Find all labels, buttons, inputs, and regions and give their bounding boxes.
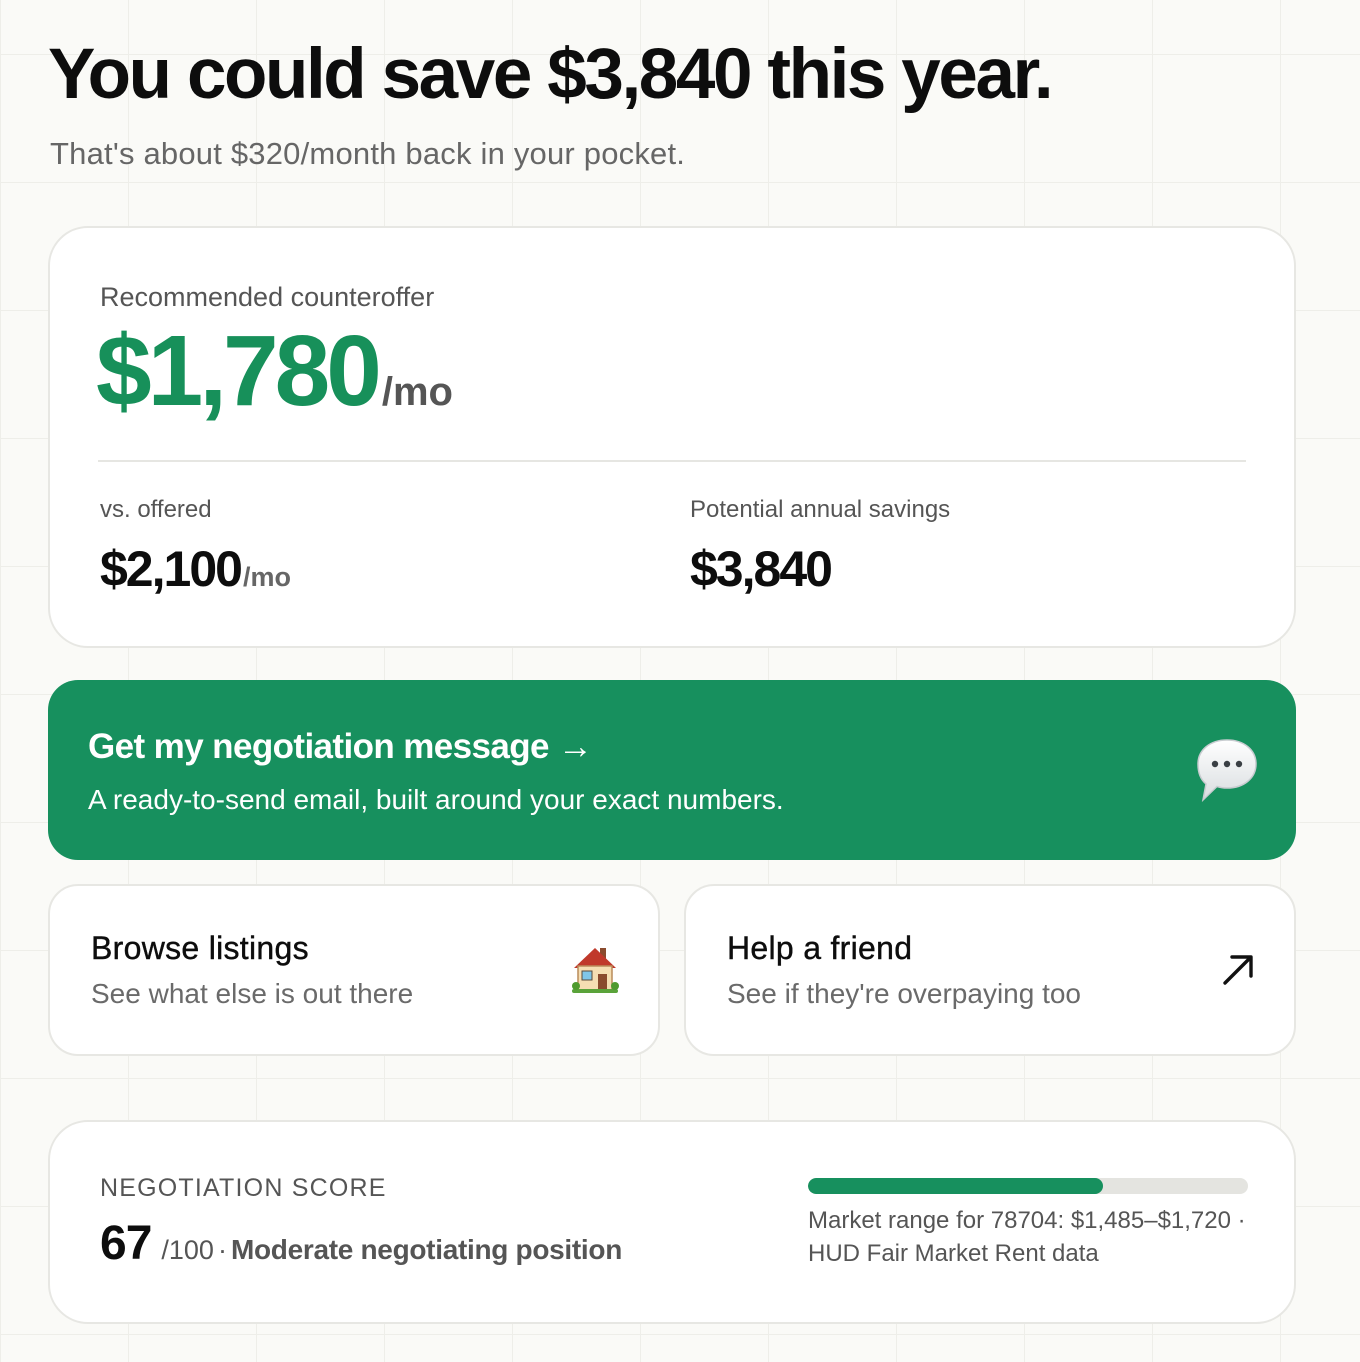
negotiation-score-card: NEGOTIATION SCORE 67 /100 · Moderate neg…	[48, 1120, 1296, 1324]
cta-title: Get my negotiation message →	[88, 727, 593, 766]
divider	[98, 460, 1246, 462]
help-a-friend-button[interactable]: Help a friend See if they're overpaying …	[684, 884, 1296, 1056]
help-a-friend-subtitle: See if they're overpaying too	[727, 978, 1082, 1009]
score-description: Moderate negotiating position	[230, 1234, 623, 1265]
counteroffer-unit: /mo	[381, 370, 453, 414]
market-range-text: Market range for 78704: $1,485–$1,720 · …	[808, 1207, 1246, 1267]
counteroffer-amount: $1,780 /mo	[96, 314, 453, 429]
browse-listings-title: Browse listings	[91, 930, 309, 966]
counteroffer-label: Recommended counteroffer	[100, 282, 435, 312]
counteroffer-value: $1,780	[96, 315, 382, 427]
offered-label: vs. offered	[100, 496, 212, 523]
score-label: NEGOTIATION SCORE	[100, 1174, 387, 1202]
score-separator: ·	[217, 1235, 227, 1265]
headline: You could save $3,840 this year.	[48, 35, 1054, 114]
offered-stat: vs. offered $2,100 /mo	[100, 496, 291, 598]
score-progress-fill	[808, 1178, 1103, 1194]
negotiation-message-button[interactable]: Get my negotiation message → A ready-to-…	[48, 680, 1296, 860]
browse-listings-button[interactable]: Browse listings See what else is out the…	[48, 884, 660, 1056]
savings-stat: Potential annual savings $3,840	[690, 496, 950, 598]
help-a-friend-title: Help a friend	[727, 930, 913, 966]
score-row: 67 /100 · Moderate negotiating position	[100, 1216, 622, 1271]
arrow-up-right-icon	[1223, 955, 1253, 985]
counteroffer-card: Recommended counteroffer $1,780 /mo vs. …	[48, 226, 1296, 648]
subline: That's about $320/month back in your poc…	[50, 136, 686, 171]
score-progress-bar	[808, 1178, 1248, 1194]
offered-value: $2,100	[100, 541, 243, 597]
cta-subtitle: A ready-to-send email, built around your…	[88, 784, 784, 815]
savings-value: $3,840	[690, 541, 833, 597]
score-value: 67	[100, 1217, 152, 1270]
savings-label: Potential annual savings	[690, 496, 951, 523]
browse-listings-subtitle: See what else is out there	[91, 978, 414, 1009]
house-icon	[572, 948, 619, 993]
score-max: /100	[161, 1235, 214, 1265]
speech-bubble-icon	[1197, 739, 1257, 803]
offered-unit: /mo	[242, 562, 291, 592]
